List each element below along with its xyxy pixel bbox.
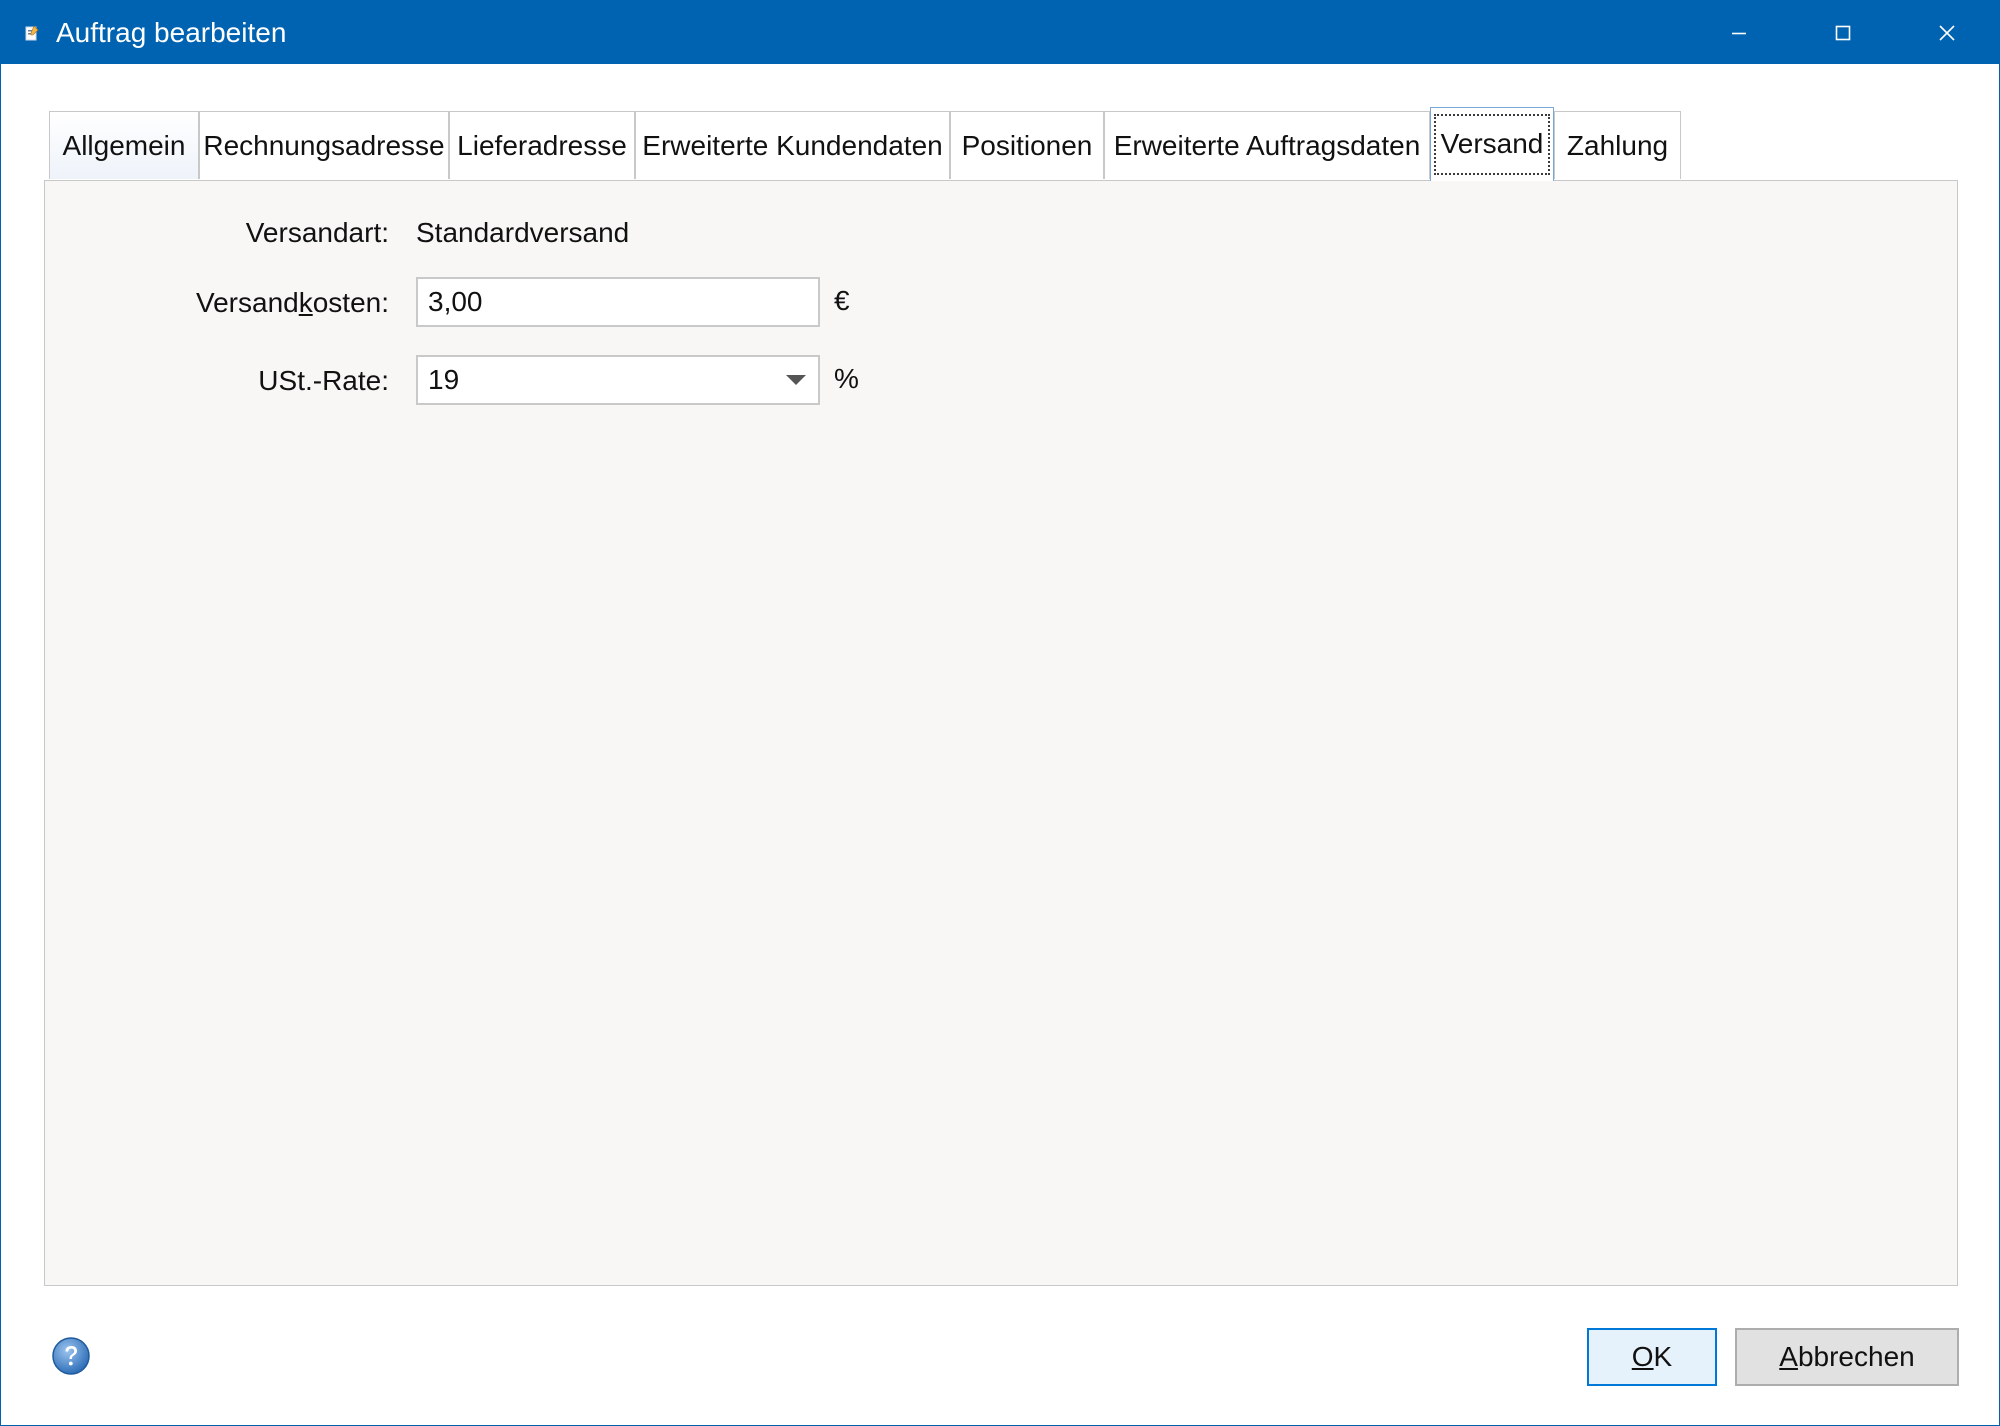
tab-label: Rechnungsadresse: [203, 130, 445, 161]
versand-panel: Versandart: Versandkosten: USt.-Rate: St…: [44, 180, 1958, 1286]
vat-rate-select[interactable]: 19: [416, 355, 820, 405]
close-button[interactable]: [1895, 1, 1999, 64]
title-bar[interactable]: Auftrag bearbeiten: [1, 1, 1999, 64]
vat-rate-label: USt.-Rate:: [258, 365, 389, 396]
tab-label: Zahlung: [1566, 130, 1669, 161]
tab-label: Erweiterte Auftragsdaten: [1113, 130, 1421, 161]
tab-label: Versand: [1440, 128, 1544, 159]
currency-unit: €: [834, 285, 850, 316]
focus-indicator: Versand: [1434, 114, 1550, 175]
tab-strip: Allgemein Rechnungsadresse Lieferadresse…: [1, 107, 1999, 181]
dialog-window: Auftrag bearbeiten Allgemein Rechnungsad…: [0, 0, 2000, 1426]
tab-positionen[interactable]: Positionen: [950, 111, 1104, 179]
chevron-down-icon[interactable]: [786, 375, 806, 387]
tab-lieferadresse[interactable]: Lieferadresse: [449, 111, 635, 179]
minimize-button[interactable]: [1687, 1, 1791, 64]
tab-allgemein[interactable]: Allgemein: [49, 111, 199, 179]
label-column: Versandart: Versandkosten: USt.-Rate:: [45, 181, 389, 396]
vat-rate-value: 19: [428, 364, 460, 395]
maximize-button[interactable]: [1791, 1, 1895, 64]
shipping-method-value: Standardversand: [416, 217, 630, 248]
window-title: Auftrag bearbeiten: [56, 17, 287, 48]
shipping-cost-input[interactable]: 3,00: [416, 277, 820, 327]
app-icon: [25, 25, 39, 41]
maximize-icon: [1835, 25, 1851, 41]
cancel-button[interactable]: Abbrechen: [1735, 1328, 1959, 1386]
percent-unit: %: [834, 363, 859, 394]
tab-erweiterte-auftragsdaten[interactable]: Erweiterte Auftragsdaten: [1104, 111, 1430, 179]
close-icon: [1939, 25, 1955, 41]
tab-rechnungsadresse[interactable]: Rechnungsadresse: [199, 111, 449, 179]
tab-versand[interactable]: Versand: [1430, 107, 1554, 181]
shipping-method-label: Versandart:: [245, 217, 389, 248]
tab-label: Lieferadresse: [457, 130, 627, 161]
tab-label: Positionen: [961, 130, 1093, 161]
tab-zahlung[interactable]: Zahlung: [1554, 111, 1681, 179]
ok-button[interactable]: OK: [1587, 1328, 1717, 1386]
tab-label: Allgemein: [62, 130, 186, 161]
tab-label: Erweiterte Kundendaten: [642, 130, 943, 161]
shipping-cost-label: Versandkosten:: [195, 287, 389, 318]
help-icon[interactable]: [51, 1336, 91, 1376]
minimize-icon: [1732, 32, 1746, 35]
tab-erweiterte-kundendaten[interactable]: Erweiterte Kundendaten: [635, 111, 950, 179]
